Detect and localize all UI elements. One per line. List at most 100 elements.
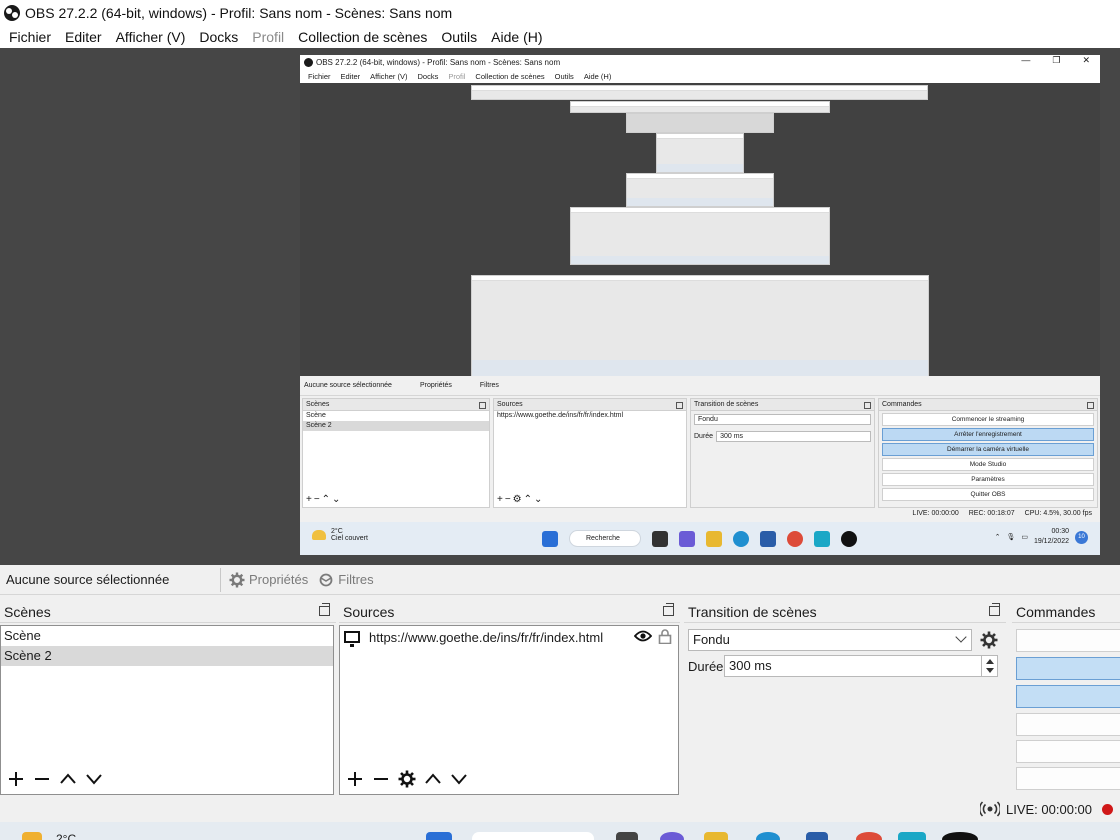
no-source-label: Aucune source sélectionnée xyxy=(6,572,170,587)
transition-settings-gear-icon[interactable] xyxy=(980,631,998,649)
nested-preview xyxy=(300,83,1100,377)
nested-commands-title: Commandes xyxy=(879,399,1097,411)
move-up-icon[interactable] xyxy=(424,770,442,788)
start-icon[interactable] xyxy=(426,832,452,840)
undock-icon[interactable] xyxy=(989,603,1000,616)
start-streaming-button[interactable] xyxy=(1016,629,1120,652)
properties-button[interactable]: Propriétés xyxy=(229,572,308,588)
recursive-window-3 xyxy=(626,113,774,133)
explorer-icon[interactable] xyxy=(704,832,728,840)
nested-scene-item: Scène 2 xyxy=(303,421,489,431)
move-down-icon[interactable] xyxy=(450,770,468,788)
move-up-icon[interactable] xyxy=(59,770,77,788)
menu-fichier[interactable]: Fichier xyxy=(2,29,58,45)
recursive-window-2 xyxy=(570,101,830,113)
windows-taskbar: 2°C xyxy=(0,822,1120,840)
nested-command-button: Quitter OBS xyxy=(882,488,1094,501)
app-icon[interactable] xyxy=(898,832,926,840)
settings-button[interactable] xyxy=(1016,740,1120,763)
nested-menu-item: Profil xyxy=(448,71,466,81)
studio-mode-button[interactable] xyxy=(1016,713,1120,736)
broadcast-icon xyxy=(980,801,1000,817)
nested-chrome-icon xyxy=(787,530,803,547)
nested-commands-panel: Commandes Commencer le streaming Arrêter… xyxy=(878,398,1098,508)
recursive-window-7 xyxy=(471,275,929,377)
properties-label: Propriétés xyxy=(249,572,309,587)
start-virtual-camera-button[interactable] xyxy=(1016,685,1120,708)
taskview-icon[interactable] xyxy=(616,832,638,840)
menu-profil[interactable]: Profil xyxy=(245,29,291,45)
live-status: LIVE: 00:00:00 xyxy=(1006,801,1093,817)
scene-item[interactable]: Scène 2 xyxy=(1,646,333,666)
move-down-icon[interactable] xyxy=(85,770,103,788)
mail-icon[interactable] xyxy=(806,832,828,840)
stop-recording-button[interactable] xyxy=(1016,657,1120,680)
nested-menu-item: Aide (H) xyxy=(583,71,612,81)
nested-filters-label: Filtres xyxy=(479,382,499,389)
nested-mail-icon xyxy=(760,530,776,547)
nested-sources-title: Sources xyxy=(494,399,686,411)
scene-list[interactable]: Scène Scène 2 xyxy=(0,625,334,795)
obs-taskbar-icon[interactable] xyxy=(942,832,978,840)
nested-minimize-icon: — xyxy=(1021,55,1031,65)
nested-menu-item: Editer xyxy=(340,71,361,81)
remove-source-icon[interactable] xyxy=(372,770,390,788)
exit-button[interactable] xyxy=(1016,767,1120,790)
nested-taskview-icon xyxy=(652,530,668,547)
undock-icon[interactable] xyxy=(319,603,330,616)
duration-value: 300 ms xyxy=(729,658,772,673)
nested-command-button: Mode Studio xyxy=(882,458,1094,471)
nested-source-controls: +−⚙⌃⌄ xyxy=(497,494,545,505)
transition-dock-header: Transition de scènes xyxy=(684,601,1006,623)
nested-menu-bar: Fichier Editer Afficher (V) Docks Profil… xyxy=(300,69,1100,83)
nested-menu-item: Collection de scènes xyxy=(475,71,545,81)
nested-duration-label: Durée xyxy=(694,433,714,440)
add-source-icon[interactable] xyxy=(346,770,364,788)
nested-source-toolbar: Aucune source sélectionnée Propriétés Fi… xyxy=(300,376,1100,396)
filters-button[interactable]: Filtres xyxy=(318,572,374,588)
menu-docks[interactable]: Docks xyxy=(192,29,245,45)
source-settings-gear-icon[interactable] xyxy=(398,770,416,788)
nested-transition-panel: Transition de scènes Fondu Durée 300 ms xyxy=(690,398,875,508)
nested-menu-item: Afficher (V) xyxy=(370,71,408,81)
nested-transition-select: Fondu xyxy=(694,414,871,425)
transition-value: Fondu xyxy=(693,632,730,647)
rec-indicator-icon xyxy=(1102,804,1113,815)
menu-collection-scenes[interactable]: Collection de scènes xyxy=(291,29,434,45)
transition-dock: Transition de scènes Fondu Durée 300 ms xyxy=(684,601,1006,795)
nested-edge-icon xyxy=(733,530,749,547)
menu-outils[interactable]: Outils xyxy=(434,29,484,45)
nested-tray-chevron-icon: ⌃ xyxy=(994,534,1001,541)
scene-item[interactable]: Scène xyxy=(1,626,333,646)
duration-spinner[interactable] xyxy=(981,656,997,676)
menu-editer[interactable]: Editer xyxy=(58,29,109,45)
source-item[interactable]: https://www.goethe.de/ins/fr/fr/index.ht… xyxy=(340,626,678,648)
add-scene-icon[interactable] xyxy=(7,770,25,788)
nested-weather-widget: 2°C Ciel couvert xyxy=(312,528,368,542)
commands-dock: Commandes xyxy=(1012,601,1120,795)
menu-aide[interactable]: Aide (H) xyxy=(484,29,549,45)
nested-scene-controls: +−⌃⌄ xyxy=(306,494,343,505)
source-list[interactable]: https://www.goethe.de/ins/fr/fr/index.ht… xyxy=(339,625,679,795)
nested-weather-temp: 2°C xyxy=(331,528,343,535)
nested-command-button: Démarrer la caméra virtuelle xyxy=(882,443,1094,456)
chat-icon[interactable] xyxy=(660,832,684,840)
nested-chat-icon xyxy=(679,530,695,547)
nested-menu-item: Fichier xyxy=(308,71,331,81)
duration-field[interactable]: 300 ms xyxy=(724,655,998,677)
source-toolbar: Aucune source sélectionnée Propriétés Fi… xyxy=(0,565,1120,595)
lock-icon[interactable] xyxy=(658,629,672,644)
edge-icon[interactable] xyxy=(756,832,780,840)
nested-close-icon: ✕ xyxy=(1082,55,1090,65)
nested-system-tray: ⌃ 🎙 ▭ 00:30 19/12/2022 10 xyxy=(995,527,1088,547)
menu-afficher[interactable]: Afficher (V) xyxy=(109,29,193,45)
preview-canvas[interactable]: OBS 27.2.2 (64-bit, windows) - Profil: S… xyxy=(0,48,1120,565)
transition-select[interactable]: Fondu xyxy=(688,629,972,651)
nested-live-status: LIVE: 00:00:00 xyxy=(912,510,959,517)
undock-icon[interactable] xyxy=(663,603,674,616)
nested-clock-time: 00:30 xyxy=(1051,528,1069,535)
eye-icon[interactable] xyxy=(634,630,652,642)
search-box[interactable] xyxy=(472,832,594,840)
remove-scene-icon[interactable] xyxy=(33,770,51,788)
chrome-icon[interactable] xyxy=(856,832,882,840)
